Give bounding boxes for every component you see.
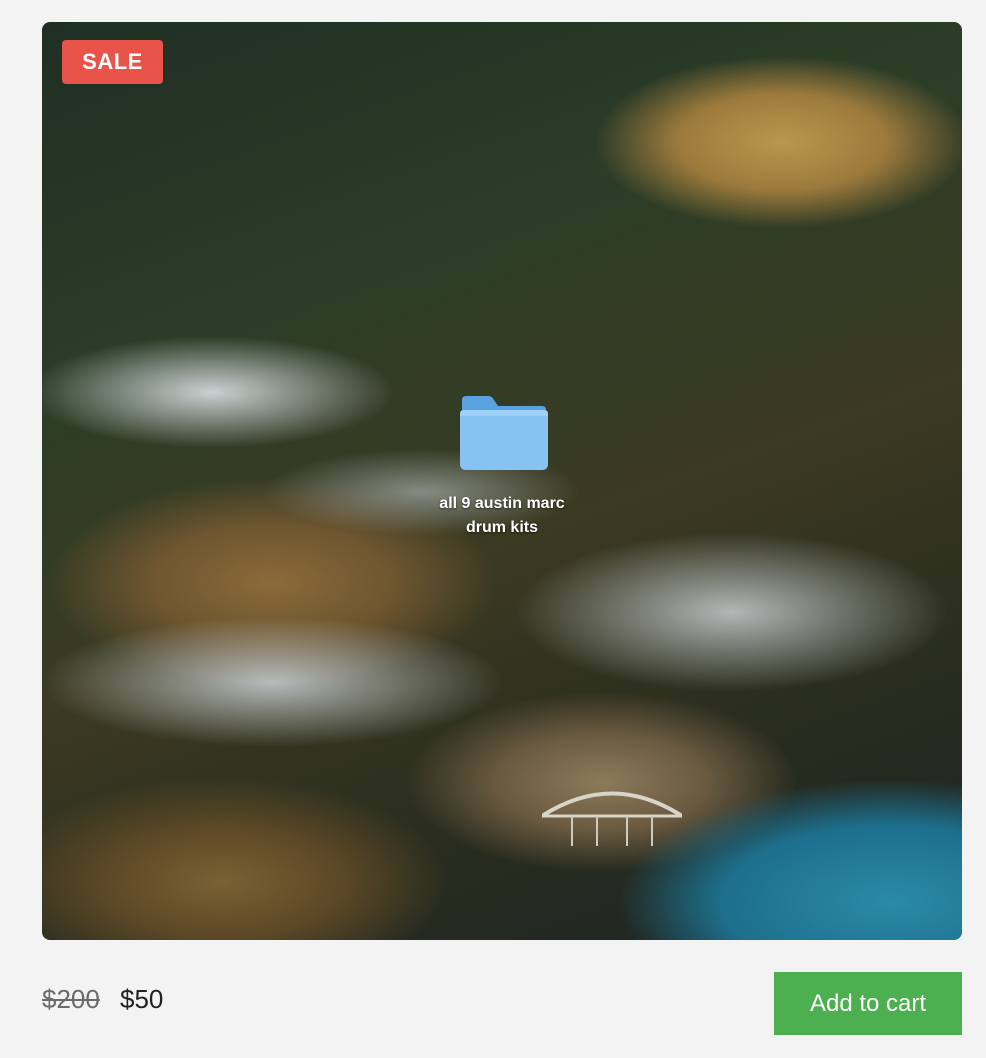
- product-card: SALE all 9 austin marc drum kits $200 $5…: [0, 0, 986, 1058]
- sale-price: $50: [120, 984, 164, 1014]
- original-price: $200: [42, 984, 100, 1014]
- bridge-illustration: [542, 791, 682, 846]
- sale-badge: SALE: [62, 40, 163, 84]
- add-to-cart-button[interactable]: Add to cart: [774, 972, 962, 1035]
- folder-label: all 9 austin marc drum kits: [402, 492, 602, 540]
- product-image[interactable]: [42, 22, 962, 940]
- price-row: $200 $50 Add to cart: [42, 972, 962, 1036]
- folder-label-line-1: all 9 austin marc: [439, 495, 565, 512]
- folder-label-line-2: drum kits: [465, 519, 538, 536]
- folder-icon: [460, 396, 548, 470]
